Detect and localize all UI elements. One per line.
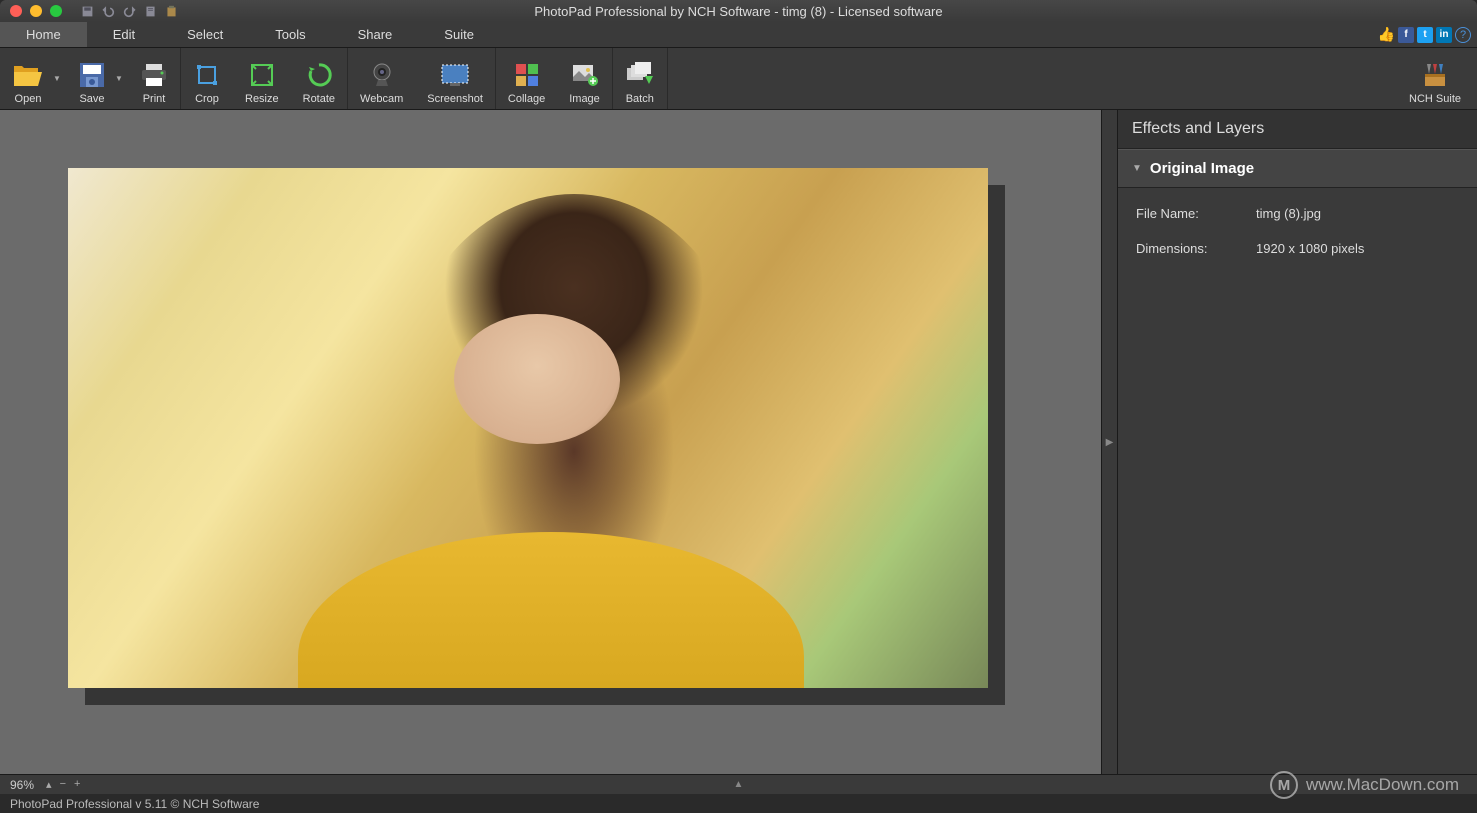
quick-toolbar: [80, 4, 179, 19]
tab-tools[interactable]: Tools: [249, 22, 331, 47]
social-links: 👍 f t in ?: [1378, 22, 1477, 47]
print-icon: [140, 60, 168, 90]
collage-label: Collage: [508, 93, 545, 105]
collage-icon: [514, 60, 540, 90]
ribbon-toolbar: Open ▼ Save ▼ Print Crop Resize Rotate W…: [0, 48, 1477, 110]
batch-button[interactable]: Batch: [613, 51, 667, 107]
resize-label: Resize: [245, 93, 279, 105]
like-icon[interactable]: 👍: [1378, 26, 1395, 43]
image-canvas[interactable]: [68, 168, 988, 688]
status-text: PhotoPad Professional v 5.11 © NCH Softw…: [10, 797, 259, 811]
linkedin-icon[interactable]: in: [1436, 27, 1452, 43]
clipboard-icon[interactable]: [164, 4, 179, 19]
crop-label: Crop: [195, 93, 219, 105]
folder-open-icon: [12, 60, 44, 90]
rotate-button[interactable]: Rotate: [291, 51, 347, 107]
open-button[interactable]: Open: [0, 51, 56, 107]
save-icon: [78, 60, 106, 90]
print-label: Print: [143, 93, 166, 105]
twitter-icon[interactable]: t: [1417, 27, 1433, 43]
image-button[interactable]: Image: [557, 51, 612, 107]
collapse-triangle-icon: ▼: [1132, 163, 1142, 174]
dimensions-row: Dimensions: 1920 x 1080 pixels: [1118, 231, 1477, 266]
tab-home[interactable]: Home: [0, 22, 87, 47]
dimensions-label: Dimensions:: [1136, 241, 1256, 256]
zoom-value: 96%: [10, 778, 34, 792]
undo-icon[interactable]: [101, 4, 116, 19]
panel-title: Effects and Layers: [1118, 110, 1477, 149]
toolbox-icon: [1421, 60, 1449, 90]
window-controls: [0, 5, 62, 17]
zoom-fit-icon[interactable]: ▴: [46, 778, 52, 791]
image-label: Image: [569, 93, 600, 105]
suite-label: NCH Suite: [1409, 93, 1461, 105]
print-button[interactable]: Print: [128, 51, 180, 107]
zoom-controls: ▴ − +: [46, 778, 80, 791]
original-image-section[interactable]: ▼ Original Image: [1118, 149, 1477, 188]
webcam-label: Webcam: [360, 93, 403, 105]
image-properties: File Name: timg (8).jpg Dimensions: 1920…: [1118, 188, 1477, 274]
tab-suite[interactable]: Suite: [418, 22, 500, 47]
dimensions-value: 1920 x 1080 pixels: [1256, 241, 1459, 256]
redo-icon[interactable]: [122, 4, 137, 19]
screenshot-button[interactable]: Screenshot: [415, 51, 495, 107]
file-name-row: File Name: timg (8).jpg: [1118, 196, 1477, 231]
effects-panel: Effects and Layers ▼ Original Image File…: [1117, 110, 1477, 774]
screenshot-icon: [440, 60, 470, 90]
window-title: PhotoPad Professional by NCH Software - …: [0, 4, 1477, 19]
nch-suite-button[interactable]: NCH Suite: [1397, 51, 1477, 107]
facebook-icon[interactable]: f: [1398, 27, 1414, 43]
workspace: ▶ Effects and Layers ▼ Original Image Fi…: [0, 110, 1477, 774]
help-icon[interactable]: ?: [1455, 27, 1471, 43]
save-label: Save: [79, 93, 104, 105]
sidebar-collapse-handle[interactable]: ▶: [1101, 110, 1117, 774]
section-label: Original Image: [1150, 160, 1254, 177]
save-quick-icon[interactable]: [80, 4, 95, 19]
save-button[interactable]: Save: [66, 51, 118, 107]
maximize-window-button[interactable]: [50, 5, 62, 17]
zoom-out-button[interactable]: −: [60, 778, 66, 791]
titlebar: PhotoPad Professional by NCH Software - …: [0, 0, 1477, 22]
collapse-up-icon[interactable]: ▲: [734, 779, 744, 790]
webcam-button[interactable]: Webcam: [348, 51, 415, 107]
rotate-icon: [305, 60, 333, 90]
status-bar: PhotoPad Professional v 5.11 © NCH Softw…: [0, 794, 1477, 813]
open-dropdown[interactable]: ▼: [52, 51, 62, 107]
canvas-area[interactable]: [0, 110, 1101, 774]
menubar: Home Edit Select Tools Share Suite 👍 f t…: [0, 22, 1477, 48]
crop-icon: [193, 60, 221, 90]
batch-icon: [625, 60, 655, 90]
zoom-in-button[interactable]: +: [74, 778, 80, 791]
resize-button[interactable]: Resize: [233, 51, 291, 107]
tab-select[interactable]: Select: [161, 22, 249, 47]
minimize-window-button[interactable]: [30, 5, 42, 17]
doc-icon[interactable]: [143, 4, 158, 19]
open-label: Open: [15, 93, 42, 105]
file-name-value: timg (8).jpg: [1256, 206, 1459, 221]
zoom-bar: 96% ▴ − + ▲: [0, 774, 1477, 794]
file-name-label: File Name:: [1136, 206, 1256, 221]
image-content: [298, 532, 804, 688]
save-dropdown[interactable]: ▼: [114, 51, 124, 107]
rotate-label: Rotate: [303, 93, 335, 105]
collage-button[interactable]: Collage: [496, 51, 557, 107]
resize-icon: [248, 60, 276, 90]
webcam-icon: [369, 60, 395, 90]
screenshot-label: Screenshot: [427, 93, 483, 105]
tab-edit[interactable]: Edit: [87, 22, 161, 47]
tab-share[interactable]: Share: [332, 22, 419, 47]
close-window-button[interactable]: [10, 5, 22, 17]
image-icon: [571, 60, 599, 90]
batch-label: Batch: [626, 93, 654, 105]
crop-button[interactable]: Crop: [181, 51, 233, 107]
chevron-right-icon: ▶: [1106, 437, 1114, 448]
